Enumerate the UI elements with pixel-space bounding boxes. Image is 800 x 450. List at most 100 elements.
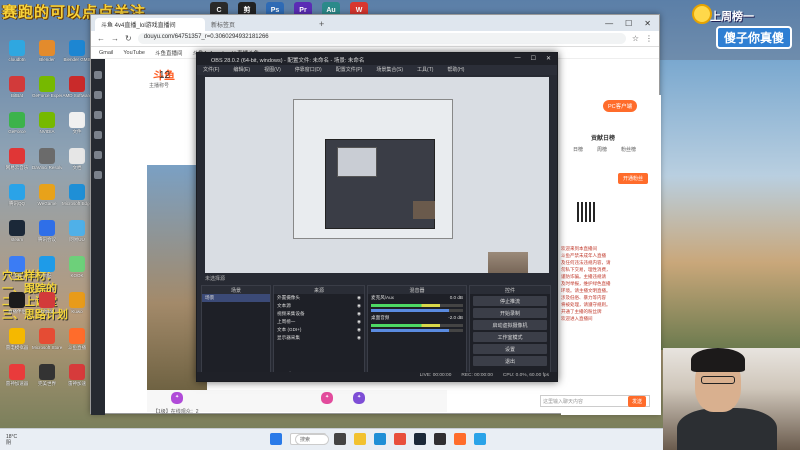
obs-menu-item[interactable]: 编辑(E) bbox=[233, 66, 250, 74]
source-item[interactable]: 显示器采集 ◉ bbox=[274, 334, 364, 342]
tab-douyu[interactable]: 斗鱼 4v4直播_lol游戏直播间 bbox=[95, 18, 205, 31]
open-fans-button[interactable]: 开通粉丝 bbox=[618, 173, 649, 184]
eye-icon[interactable]: ◉ bbox=[357, 327, 361, 333]
eye-icon[interactable]: ◉ bbox=[357, 311, 361, 317]
desktop-icon[interactable]: 雷电模拟器 bbox=[2, 328, 32, 360]
qq-icon[interactable] bbox=[474, 433, 486, 445]
tab-new[interactable]: 新标签页 bbox=[205, 18, 315, 31]
close-icon[interactable]: ✕ bbox=[644, 19, 651, 28]
obs-menu-item[interactable]: 帮助(H) bbox=[447, 66, 464, 74]
desktop-icon[interactable]: 飞书 bbox=[2, 256, 32, 288]
send-button[interactable]: 发送 bbox=[628, 396, 647, 407]
desktop-icon[interactable]: DaVinci Resolve bbox=[32, 148, 62, 180]
obs-menu-item[interactable]: 视图(V) bbox=[264, 66, 281, 74]
desktop-icon[interactable]: 雷神加速 bbox=[62, 364, 92, 396]
source-item[interactable]: 文本源 ◉ bbox=[274, 302, 364, 310]
obs-control-button[interactable]: 设置 bbox=[473, 344, 547, 354]
desktop-icon[interactable]: cloudbtn bbox=[2, 40, 32, 72]
rank-tab[interactable]: 周榜 bbox=[597, 146, 607, 153]
desktop-icon[interactable]: NVIDIA bbox=[32, 112, 62, 144]
desktop-icon[interactable]: GeForce bbox=[2, 112, 32, 144]
file-explorer-icon[interactable] bbox=[354, 433, 366, 445]
desktop-icon[interactable]: 腾讯QQ bbox=[2, 184, 32, 216]
new-tab-button[interactable]: + bbox=[319, 19, 324, 31]
obs-menu-item[interactable]: 文件(F) bbox=[203, 66, 219, 74]
weather-widget[interactable]: 18°C 阴 bbox=[6, 434, 17, 446]
source-item[interactable]: 上周榜一 ◉ bbox=[274, 318, 364, 326]
desktop-icon[interactable]: Microsoft Edge bbox=[62, 184, 92, 216]
douyu-icon[interactable] bbox=[454, 433, 466, 445]
obs-control-button[interactable]: 开始录制 bbox=[473, 308, 547, 318]
desktop-icon[interactable]: 斗鱼直播 bbox=[62, 328, 92, 360]
desktop-icon[interactable]: 腾讯会议 bbox=[32, 220, 62, 252]
gift-item[interactable]: ✦ bbox=[321, 392, 334, 404]
obs-menu-item[interactable]: 配置文件(P) bbox=[336, 66, 363, 74]
rank-tab[interactable]: 日榜 bbox=[573, 146, 583, 153]
desktop-icon[interactable]: 文件 bbox=[62, 112, 92, 144]
desktop-icon[interactable]: steam bbox=[2, 220, 32, 252]
start-icon[interactable] bbox=[270, 433, 282, 445]
desktop-icon[interactable]: BitBat bbox=[32, 292, 62, 324]
eye-icon[interactable]: ◉ bbox=[357, 295, 361, 301]
desktop-icon[interactable]: 网易UU bbox=[62, 220, 92, 252]
home-icon[interactable] bbox=[94, 71, 102, 79]
star-icon[interactable]: ☆ bbox=[632, 34, 639, 43]
rank-tab[interactable]: 粉丝榜 bbox=[621, 146, 636, 153]
obs-icon[interactable] bbox=[434, 433, 446, 445]
desktop-icon[interactable]: 完美世界 bbox=[32, 364, 62, 396]
more-icon[interactable] bbox=[94, 171, 102, 179]
steam-icon[interactable] bbox=[414, 433, 426, 445]
desktop-icon[interactable]: 网易云音乐 bbox=[2, 148, 32, 180]
desktop-icon[interactable]: 直播伴侣 bbox=[2, 292, 32, 324]
video-icon[interactable] bbox=[94, 131, 102, 139]
game-icon[interactable] bbox=[94, 151, 102, 159]
eye-icon[interactable]: ◉ bbox=[357, 303, 361, 309]
pc-client-button[interactable]: PC客户端 bbox=[603, 100, 638, 112]
obs-preview[interactable] bbox=[205, 77, 549, 273]
minimize-icon[interactable]: — bbox=[605, 19, 613, 28]
minimize-icon[interactable]: — bbox=[515, 55, 521, 62]
obs-control-button[interactable]: 启动虚拟摄像机 bbox=[473, 320, 547, 330]
source-item[interactable]: 视频采集设备 ◉ bbox=[274, 310, 364, 318]
maximize-icon[interactable]: ☐ bbox=[625, 19, 632, 28]
forward-icon[interactable]: → bbox=[111, 34, 119, 43]
obs-control-button[interactable]: 停止推流 bbox=[473, 296, 547, 306]
desktop-icon[interactable]: Microsoft Store bbox=[32, 328, 62, 360]
menu-icon[interactable]: ⋮ bbox=[645, 34, 653, 43]
desktop-icon[interactable]: KOOK bbox=[62, 256, 92, 288]
back-icon[interactable]: ← bbox=[97, 34, 105, 43]
desktop-icon[interactable]: Blender GMS bbox=[62, 40, 92, 72]
bookmark-item[interactable]: Gmail bbox=[99, 50, 113, 56]
close-icon[interactable]: ✕ bbox=[546, 55, 551, 62]
task-view-icon[interactable] bbox=[334, 433, 346, 445]
follow-icon[interactable] bbox=[94, 111, 102, 119]
gift-item[interactable]: ✦ bbox=[353, 392, 366, 404]
bookmark-item[interactable]: YouTube bbox=[123, 50, 145, 56]
edge-icon[interactable] bbox=[374, 433, 386, 445]
desktop-icon[interactable]: WeGame bbox=[32, 184, 62, 216]
obs-control-button[interactable]: 工作室模式 bbox=[473, 332, 547, 342]
desktop-icon[interactable]: Blender bbox=[32, 40, 62, 72]
desktop-icon[interactable]: 文档 bbox=[62, 148, 92, 180]
chrome-icon[interactable] bbox=[394, 433, 406, 445]
eye-icon[interactable]: ◉ bbox=[357, 335, 361, 341]
obs-menu-item[interactable]: 场景集合(S) bbox=[376, 66, 403, 74]
taskbar-search-input[interactable]: 搜索 bbox=[295, 434, 329, 445]
volume-slider[interactable] bbox=[371, 309, 463, 312]
obs-control-button[interactable]: 退出 bbox=[473, 356, 547, 366]
desktop-icon[interactable]: 雷神加速器 bbox=[2, 364, 32, 396]
desktop-icon[interactable]: AMD Software bbox=[62, 76, 92, 108]
eye-icon[interactable]: ◉ bbox=[357, 319, 361, 325]
desktop-icon[interactable]: BitBat bbox=[2, 76, 32, 108]
obs-menu-item[interactable]: 工具(T) bbox=[417, 66, 433, 74]
desktop-icon[interactable]: Kuwo bbox=[62, 292, 92, 324]
desktop-icon[interactable]: GeForce Experience bbox=[32, 76, 62, 108]
scene-item[interactable]: 场景 bbox=[202, 294, 270, 302]
reload-icon[interactable]: ↻ bbox=[125, 34, 132, 43]
obs-menu-item[interactable]: 停靠窗口(D) bbox=[295, 66, 322, 74]
category-icon[interactable] bbox=[94, 91, 102, 99]
desktop-icon[interactable]: 优酷 bbox=[32, 256, 62, 288]
source-item[interactable]: 文本 (GDI+) ◉ bbox=[274, 326, 364, 334]
gift-item[interactable]: ✦ bbox=[171, 392, 184, 404]
maximize-icon[interactable]: ☐ bbox=[531, 55, 536, 62]
